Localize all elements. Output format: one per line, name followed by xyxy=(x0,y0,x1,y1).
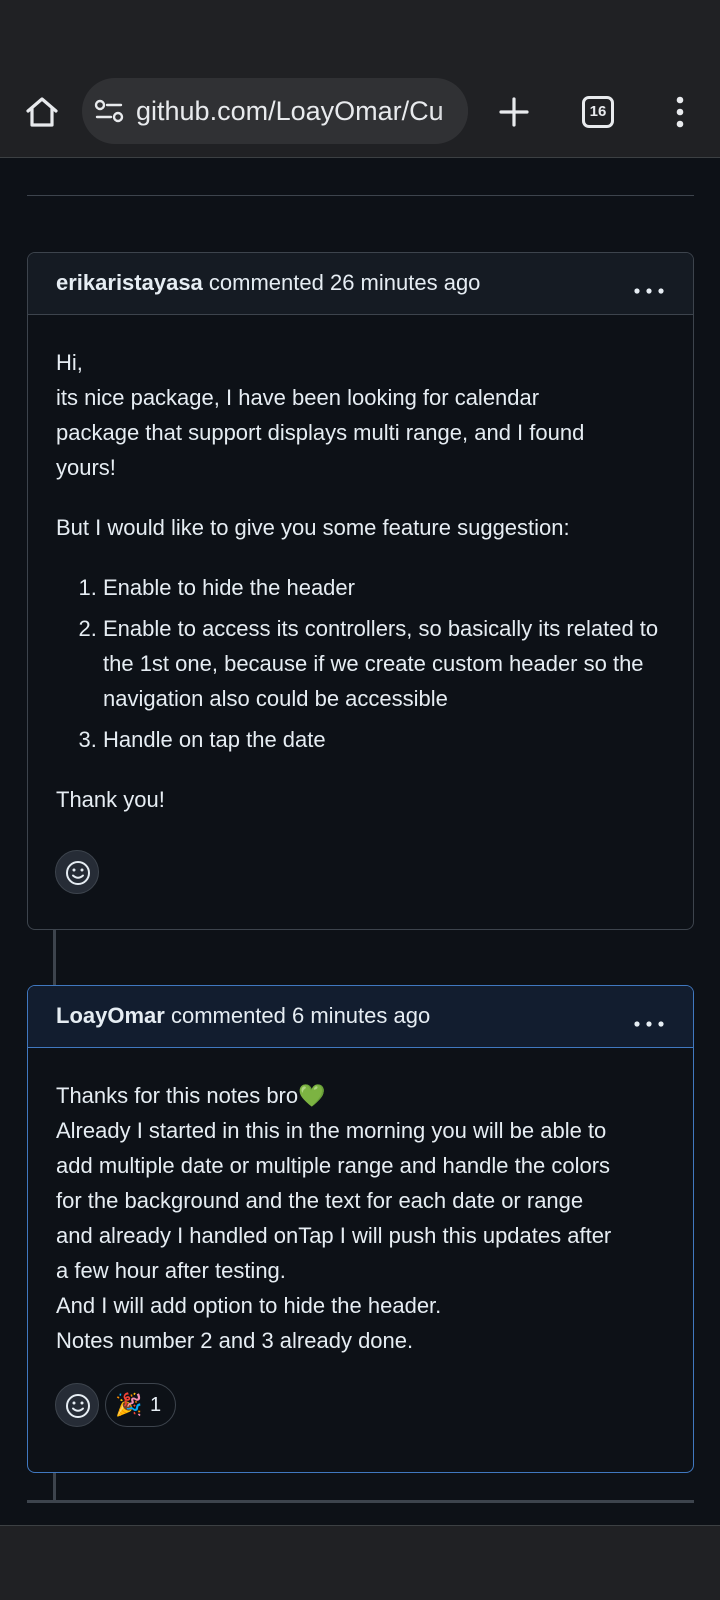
site-settings-icon[interactable] xyxy=(94,98,124,124)
page-content: erikaristayasa commented 26 minutes ago … xyxy=(0,159,720,1525)
text-line: Hi, xyxy=(56,350,83,375)
list-item: Handle on tap the date xyxy=(103,722,665,757)
text-line: yours! xyxy=(56,455,116,480)
reaction-hooray-button[interactable]: 🎉 1 xyxy=(105,1383,176,1427)
timeline-connector xyxy=(53,1473,56,1503)
comment-body: Thanks for this notes bro💚 Already I sta… xyxy=(28,1048,693,1358)
text-line: And I will add option to hide the header… xyxy=(56,1293,442,1318)
text-line: a few hour after testing. xyxy=(56,1258,286,1283)
text-line: Already I started in this in the morning… xyxy=(56,1118,607,1143)
text-line: for the background and the text for each… xyxy=(56,1188,584,1213)
party-popper-icon: 🎉 xyxy=(115,1392,143,1417)
browser-toolbar: github.com/LoayOmar/Cu 16 xyxy=(0,70,720,158)
tab-switcher-button[interactable]: 16 xyxy=(582,96,614,128)
text-line: add multiple date or multiple range and … xyxy=(56,1153,611,1178)
comment-meta[interactable]: commented 26 minutes ago xyxy=(209,270,481,295)
more-horizontal-icon[interactable] xyxy=(631,269,667,299)
add-reaction-button[interactable] xyxy=(55,850,99,894)
comment-paragraph: Thanks for this notes bro💚 Already I sta… xyxy=(56,1078,665,1358)
navigation-bar xyxy=(0,1525,720,1600)
suggestion-list: Enable to hide the header Enable to acce… xyxy=(56,570,665,757)
comment-header: LoayOmar commented 6 minutes ago xyxy=(28,986,693,1048)
comment-paragraph: Hi, its nice package, I have been lookin… xyxy=(56,345,665,485)
divider xyxy=(27,1500,694,1503)
comment-closing: Thank you! xyxy=(56,787,165,812)
comment-header: erikaristayasa commented 26 minutes ago xyxy=(28,253,693,315)
more-vertical-icon[interactable] xyxy=(660,92,700,132)
text-line: its nice package, I have been looking fo… xyxy=(56,385,540,410)
address-bar[interactable]: github.com/LoayOmar/Cu xyxy=(82,78,468,144)
url-fade xyxy=(438,78,468,144)
smiley-icon xyxy=(66,861,90,885)
comment-author[interactable]: LoayOmar xyxy=(56,1003,165,1028)
comment-body: Hi, its nice package, I have been lookin… xyxy=(28,315,693,817)
plus-icon[interactable] xyxy=(494,92,534,132)
text-line: Notes number 2 and 3 already done. xyxy=(56,1328,414,1353)
comment-card: erikaristayasa commented 26 minutes ago … xyxy=(27,252,694,930)
comment-paragraph: But I would like to give you some featur… xyxy=(56,515,570,540)
home-icon[interactable] xyxy=(22,92,62,132)
list-item: Enable to hide the header xyxy=(103,570,665,605)
list-item: Enable to access its controllers, so bas… xyxy=(103,611,665,716)
more-horizontal-icon[interactable] xyxy=(631,1002,667,1032)
add-reaction-button[interactable] xyxy=(55,1383,99,1427)
timeline-connector xyxy=(53,930,56,985)
reaction-count: 1 xyxy=(150,1394,162,1416)
text-line: and already I handled onTap I will push … xyxy=(56,1223,612,1248)
comment-author[interactable]: erikaristayasa xyxy=(56,270,203,295)
smiley-icon xyxy=(66,1394,90,1418)
status-bar xyxy=(0,0,720,70)
divider xyxy=(27,195,694,196)
url-text[interactable]: github.com/LoayOmar/Cu xyxy=(136,78,444,144)
text-line: package that support displays multi rang… xyxy=(56,420,585,445)
comment-card: LoayOmar commented 6 minutes ago Thanks … xyxy=(27,985,694,1473)
comment-meta[interactable]: commented 6 minutes ago xyxy=(171,1003,430,1028)
text-line: Thanks for this notes bro💚 xyxy=(56,1083,326,1108)
